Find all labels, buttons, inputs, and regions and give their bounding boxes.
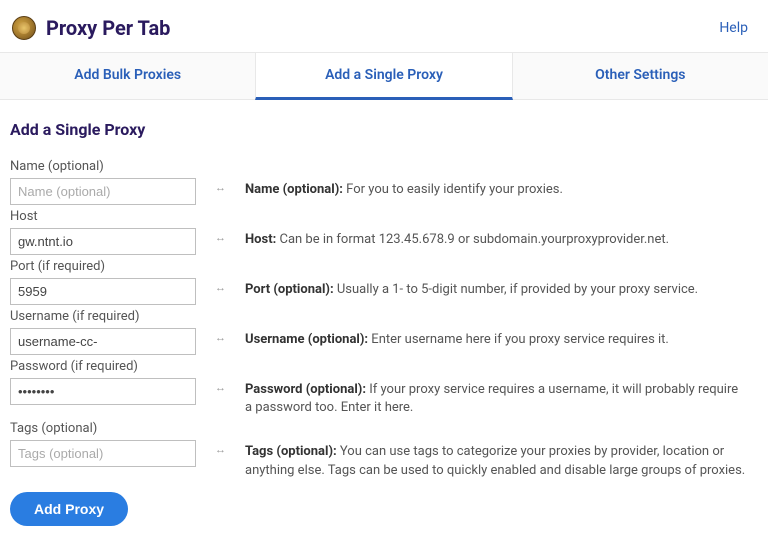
tabs: Add Bulk Proxies Add a Single Proxy Othe…: [0, 52, 768, 100]
password-hint: Password (optional): If your proxy servi…: [245, 359, 758, 417]
host-label: Host: [10, 209, 215, 224]
row-username: Username (if required) ↔ Username (optio…: [10, 309, 758, 355]
app-logo-icon: [12, 16, 36, 40]
row-port: Port (if required) ↔ Port (optional): Us…: [10, 259, 758, 305]
add-proxy-button[interactable]: Add Proxy: [10, 492, 128, 526]
host-input[interactable]: [10, 228, 196, 255]
password-label: Password (if required): [10, 359, 215, 374]
arrow-icon: ↔: [215, 259, 245, 294]
tab-bulk-proxies[interactable]: Add Bulk Proxies: [0, 53, 255, 99]
row-tags: Tags (optional) ↔ Tags (optional): You c…: [10, 421, 758, 479]
arrow-icon: ↔: [215, 421, 245, 456]
username-label: Username (if required): [10, 309, 215, 324]
username-hint: Username (optional): Enter username here…: [245, 309, 758, 349]
arrow-icon: ↔: [215, 209, 245, 244]
port-input[interactable]: [10, 278, 196, 305]
tags-hint: Tags (optional): You can use tags to cat…: [245, 421, 758, 479]
arrow-icon: ↔: [215, 159, 245, 194]
port-label: Port (if required): [10, 259, 215, 274]
arrow-icon: ↔: [215, 359, 245, 394]
header: Proxy Per Tab Help: [0, 0, 768, 52]
name-input[interactable]: [10, 178, 196, 205]
app-title: Proxy Per Tab: [46, 16, 170, 40]
name-label: Name (optional): [10, 159, 215, 174]
tags-label: Tags (optional): [10, 421, 215, 436]
header-left: Proxy Per Tab: [12, 16, 170, 40]
tags-input[interactable]: [10, 440, 196, 467]
content: Add a Single Proxy Name (optional) ↔ Nam…: [0, 100, 768, 536]
username-input[interactable]: [10, 328, 196, 355]
arrow-icon: ↔: [215, 309, 245, 344]
tab-other-settings[interactable]: Other Settings: [513, 53, 768, 99]
host-hint: Host: Can be in format 123.45.678.9 or s…: [245, 209, 758, 249]
section-title: Add a Single Proxy: [10, 120, 758, 139]
port-hint: Port (optional): Usually a 1- to 5-digit…: [245, 259, 758, 299]
password-input[interactable]: [10, 378, 196, 405]
help-link[interactable]: Help: [719, 20, 748, 36]
row-password: Password (if required) ↔ Password (optio…: [10, 359, 758, 417]
tab-single-proxy[interactable]: Add a Single Proxy: [255, 53, 512, 100]
name-hint: Name (optional): For you to easily ident…: [245, 159, 758, 199]
row-host: Host ↔ Host: Can be in format 123.45.678…: [10, 209, 758, 255]
row-name: Name (optional) ↔ Name (optional): For y…: [10, 159, 758, 205]
